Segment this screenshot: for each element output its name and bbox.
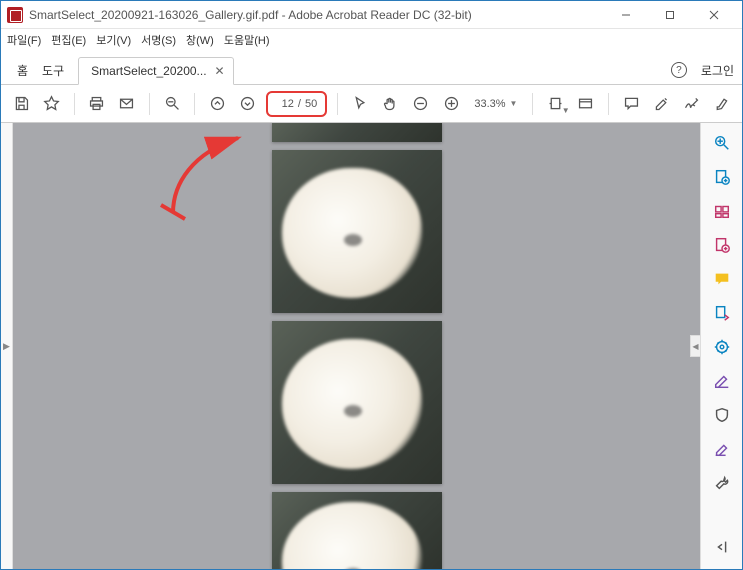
menu-help[interactable]: 도움말(H) [224, 32, 270, 48]
pdf-page [272, 492, 442, 569]
create-pdf-icon[interactable] [710, 165, 734, 189]
search-plus-icon[interactable] [710, 131, 734, 155]
menu-window[interactable]: 창(W) [186, 32, 214, 48]
tab-home[interactable]: 홈 [17, 62, 28, 79]
chevron-down-icon: ▼ [510, 99, 518, 108]
organize-icon[interactable] [710, 335, 734, 359]
menubar: 파일(F) 편집(E) 보기(V) 서명(S) 창(W) 도움말(H) [1, 29, 742, 51]
total-pages: 50 [305, 98, 317, 110]
print-icon[interactable] [85, 91, 109, 117]
nav-pane-toggle[interactable]: ▶ [1, 123, 13, 569]
current-page[interactable]: 12 [276, 98, 294, 110]
close-button[interactable] [692, 1, 736, 29]
save-icon[interactable] [9, 91, 33, 117]
menu-view[interactable]: 보기(V) [96, 32, 131, 48]
minimize-button[interactable] [604, 1, 648, 29]
tabbar: 홈 도구 SmartSelect_20200... ✕ ? 로그인 [1, 51, 742, 85]
document-tab[interactable]: SmartSelect_20200... ✕ [78, 57, 233, 85]
document-tab-label: SmartSelect_20200... [91, 64, 206, 78]
plus-icon[interactable] [439, 91, 463, 117]
minus-icon[interactable] [409, 91, 433, 117]
combine-icon[interactable] [710, 199, 734, 223]
pdf-page [272, 321, 442, 484]
page-up-icon[interactable] [205, 91, 229, 117]
window-controls [604, 1, 736, 29]
app-window: SmartSelect_20200921-163026_Gallery.gif.… [0, 0, 743, 570]
star-icon[interactable] [39, 91, 63, 117]
document-canvas[interactable] [13, 123, 700, 569]
sidebar-collapse-toggle[interactable]: ◀ [690, 335, 700, 357]
protect-icon[interactable] [710, 403, 734, 427]
login-button[interactable]: 로그인 [701, 62, 734, 79]
close-tab-icon[interactable]: ✕ [215, 64, 225, 78]
help-icon[interactable]: ? [671, 62, 687, 78]
export-icon[interactable] [710, 301, 734, 325]
highlight-icon[interactable] [649, 91, 673, 117]
menu-sign[interactable]: 서명(S) [141, 32, 176, 48]
pdf-page [272, 123, 442, 142]
comment-icon[interactable] [619, 91, 643, 117]
edit-pdf-icon[interactable] [710, 233, 734, 257]
mail-icon[interactable] [115, 91, 139, 117]
content-area: ▶ ◀ [1, 123, 742, 569]
sign-icon[interactable] [680, 91, 704, 117]
zoom-select[interactable]: 33.3% ▼ [469, 93, 522, 115]
fill-sign-icon[interactable] [710, 437, 734, 461]
red-arrow-annotation [153, 133, 263, 226]
pdf-page [272, 150, 442, 313]
read-mode-icon[interactable] [574, 91, 598, 117]
page-separator: / [298, 98, 301, 110]
menu-file[interactable]: 파일(F) [7, 32, 41, 48]
zoom-value: 33.3% [474, 98, 505, 110]
window-title: SmartSelect_20200921-163026_Gallery.gif.… [29, 8, 604, 22]
menu-edit[interactable]: 편집(E) [51, 32, 86, 48]
pointer-icon[interactable] [348, 91, 372, 117]
page-down-icon[interactable] [236, 91, 260, 117]
toolbar: 12 / 50 33.3% ▼ ▼ [1, 85, 742, 123]
maximize-button[interactable] [648, 1, 692, 29]
comment-tool-icon[interactable] [710, 267, 734, 291]
app-icon [7, 7, 23, 23]
tools-sidebar: ◀ [700, 123, 742, 569]
tab-tools[interactable]: 도구 [42, 62, 64, 79]
titlebar: SmartSelect_20200921-163026_Gallery.gif.… [1, 1, 742, 29]
zoom-out-icon[interactable] [160, 91, 184, 117]
home-tabs: 홈 도구 [9, 56, 72, 84]
more-tools-icon[interactable] [710, 471, 734, 495]
fit-width-icon[interactable]: ▼ [543, 91, 567, 117]
stamp-icon[interactable] [710, 91, 734, 117]
hand-icon[interactable] [378, 91, 402, 117]
redact-icon[interactable] [710, 369, 734, 393]
expand-sidebar-icon[interactable] [710, 535, 734, 559]
page-indicator[interactable]: 12 / 50 [266, 91, 327, 117]
